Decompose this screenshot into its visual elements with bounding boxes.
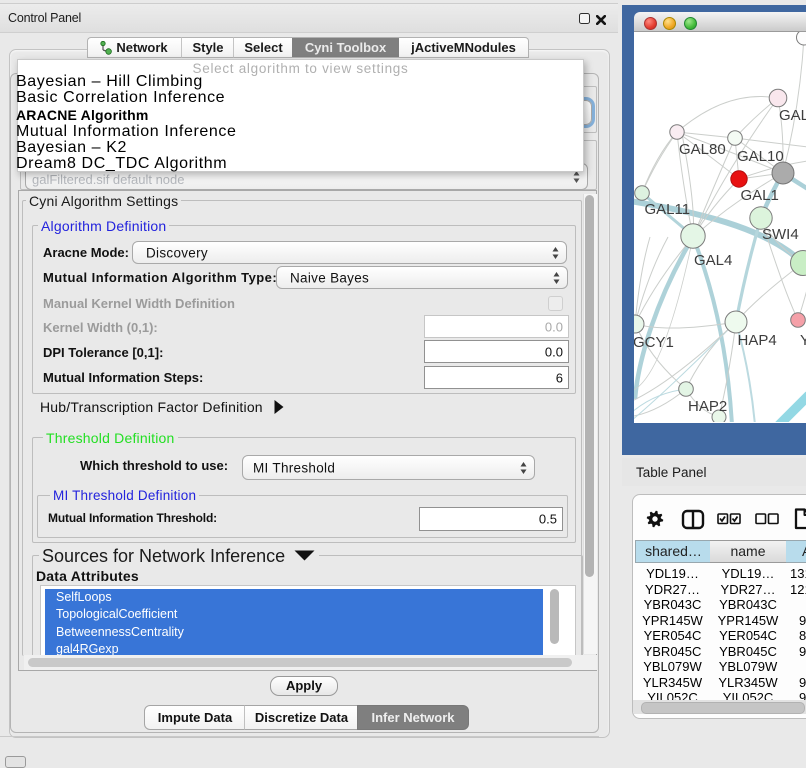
svg-text:GAL4: GAL4 [694,252,732,269]
svg-text:Y: Y [800,332,806,349]
svg-text:GCY1: GCY1 [634,334,674,351]
svg-text:GAL7: GAL7 [779,107,806,124]
svg-text:SWI4: SWI4 [762,226,799,243]
svg-text:GAL11: GAL11 [645,201,691,218]
svg-text:HAP2: HAP2 [688,398,727,415]
svg-text:GAL10: GAL10 [737,148,784,165]
svg-text:HAP4: HAP4 [738,332,777,349]
svg-text:GAL80: GAL80 [679,141,726,158]
svg-text:GAL1: GAL1 [741,187,779,204]
